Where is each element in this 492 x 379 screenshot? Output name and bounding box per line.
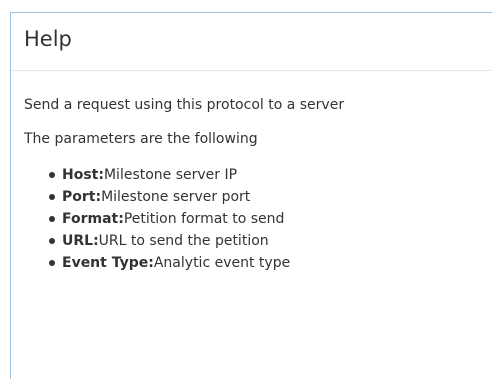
param-list: Host:Milestone server IP Port:Milestone … [24, 165, 489, 273]
help-description: Send a request using this protocol to a … [24, 97, 345, 113]
param-text: URL to send the petition [98, 233, 269, 249]
param-text: Milestone server port [101, 189, 251, 205]
param-text: Petition format to send [123, 211, 285, 227]
param-text: Analytic event type [153, 255, 291, 271]
panel-header: Help [11, 13, 492, 71]
param-text: Milestone server IP [103, 167, 238, 183]
panel-title: Help [24, 27, 72, 51]
param-item-format: Format:Petition format to send [49, 209, 489, 229]
param-name: Event Type: [62, 255, 154, 271]
panel-body: Send a request using this protocol to a … [11, 71, 492, 273]
params-intro: The parameters are the following [24, 131, 258, 147]
param-name: Port: [62, 189, 102, 205]
param-name: Host: [62, 167, 104, 183]
param-item-host: Host:Milestone server IP [49, 165, 489, 185]
param-item-url: URL:URL to send the petition [49, 231, 489, 251]
param-item-event-type: Event Type:Analytic event type [49, 253, 489, 273]
param-name: URL: [62, 233, 99, 249]
param-name: Format: [62, 211, 124, 227]
param-item-port: Port:Milestone server port [49, 187, 489, 207]
help-panel: Help Send a request using this protocol … [10, 12, 492, 379]
